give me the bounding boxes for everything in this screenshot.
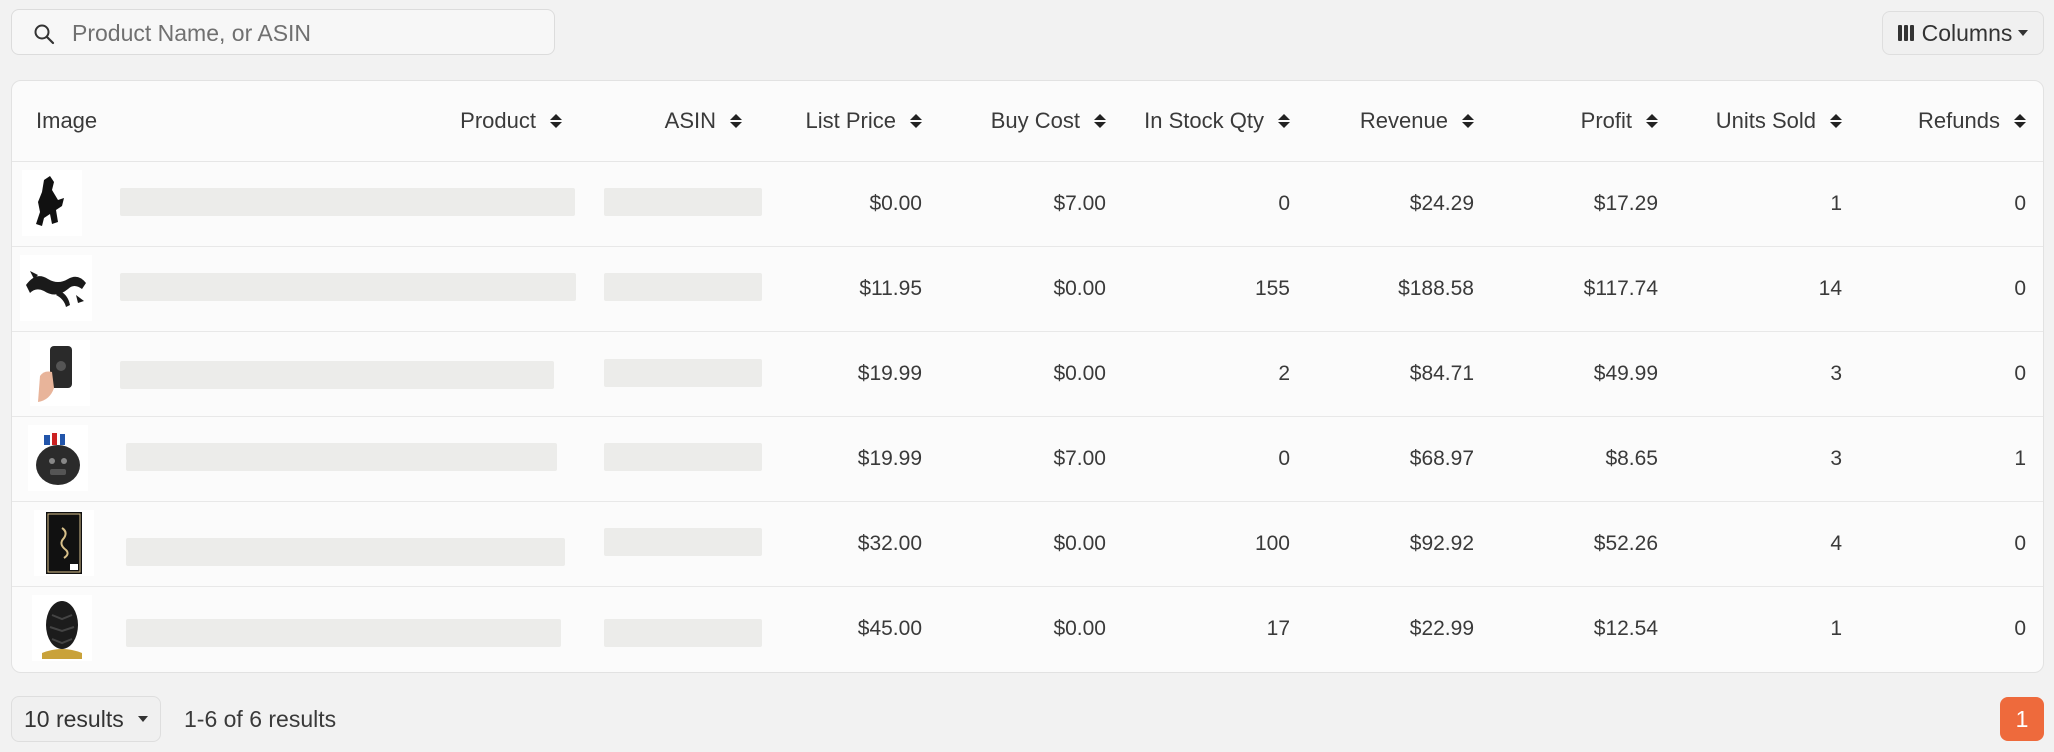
cell-units-sold: 3 xyxy=(1830,446,1842,470)
cell-buy-cost: $0.00 xyxy=(1053,531,1106,555)
asin-redacted xyxy=(604,619,762,647)
cell-revenue: $188.58 xyxy=(1398,276,1474,300)
cell-refunds: 0 xyxy=(2014,616,2026,640)
product-name-redacted xyxy=(120,188,575,216)
product-name-redacted xyxy=(126,538,565,566)
cell-revenue: $68.97 xyxy=(1409,446,1474,470)
cell-refunds: 1 xyxy=(2014,446,2026,470)
cell-profit: $117.74 xyxy=(1583,276,1658,300)
cell-units-sold: 14 xyxy=(1818,276,1842,300)
cell-buy-cost: $7.00 xyxy=(1053,446,1106,470)
cell-revenue: $24.29 xyxy=(1409,191,1474,215)
asin-redacted xyxy=(604,528,762,556)
columns-icon xyxy=(1897,25,1916,41)
sort-icon[interactable] xyxy=(1094,114,1106,128)
asin-redacted xyxy=(604,359,762,387)
table-row[interactable]: $45.00 $0.00 17 $22.99 $12.54 1 0 xyxy=(12,586,2043,671)
cell-units-sold: 4 xyxy=(1830,531,1842,555)
header-buy-cost[interactable]: Buy Cost xyxy=(922,81,1106,161)
cell-buy-cost: $0.00 xyxy=(1053,276,1106,300)
cell-in-stock-qty: 100 xyxy=(1254,531,1290,555)
results-per-page-select[interactable]: 10 results xyxy=(11,696,161,742)
cell-in-stock-qty: 0 xyxy=(1278,446,1290,470)
product-thumbnail[interactable] xyxy=(20,255,92,321)
results-range: 1-6 of 6 results xyxy=(184,706,337,732)
per-page-label: 10 results xyxy=(24,705,124,732)
sort-icon[interactable] xyxy=(550,114,562,128)
product-thumbnail[interactable] xyxy=(28,425,88,491)
cell-list-price: $19.99 xyxy=(857,446,922,470)
cell-profit: $17.29 xyxy=(1593,191,1658,215)
chevron-down-icon xyxy=(2018,30,2029,36)
sort-icon[interactable] xyxy=(1278,114,1290,128)
header-units-sold[interactable]: Units Sold xyxy=(1658,81,1842,161)
cell-list-price: $11.95 xyxy=(859,276,922,300)
sort-icon[interactable] xyxy=(730,114,742,128)
cell-profit: $12.54 xyxy=(1593,616,1658,640)
search-icon xyxy=(34,24,55,45)
asin-redacted xyxy=(604,443,762,471)
cell-units-sold: 1 xyxy=(1830,191,1842,215)
cell-list-price: $0.00 xyxy=(869,191,922,215)
asin-redacted xyxy=(604,273,762,301)
cell-buy-cost: $0.00 xyxy=(1053,361,1106,385)
cell-profit: $49.99 xyxy=(1593,361,1658,385)
asin-redacted xyxy=(604,188,762,216)
header-product[interactable]: Product xyxy=(312,81,562,161)
header-image: Image xyxy=(36,108,98,133)
columns-button[interactable]: Columns xyxy=(1882,11,2044,55)
table-row[interactable]: $19.99 $7.00 0 $68.97 $8.65 3 1 xyxy=(12,416,2043,502)
table-row[interactable]: $11.95 $0.00 155 $188.58 $117.74 14 0 xyxy=(12,246,2043,332)
product-name-redacted xyxy=(126,443,557,471)
table-row[interactable]: $32.00 $0.00 100 $92.92 $52.26 4 0 xyxy=(12,501,2043,587)
cell-list-price: $45.00 xyxy=(857,616,922,640)
product-name-redacted xyxy=(120,361,554,389)
product-thumbnail[interactable] xyxy=(32,595,92,661)
header-refunds[interactable]: Refunds xyxy=(1842,81,2026,161)
cell-in-stock-qty: 17 xyxy=(1266,616,1290,640)
table-row[interactable]: $0.00 $7.00 0 $24.29 $17.29 1 0 xyxy=(12,161,2043,247)
columns-label: Columns xyxy=(1921,19,2013,46)
product-name-redacted xyxy=(126,619,561,647)
sort-icon[interactable] xyxy=(1462,114,1474,128)
sort-icon[interactable] xyxy=(1830,114,1842,128)
cell-in-stock-qty: 2 xyxy=(1278,361,1290,385)
cell-buy-cost: $0.00 xyxy=(1053,616,1106,640)
cell-in-stock-qty: 155 xyxy=(1254,276,1290,300)
header-profit[interactable]: Profit xyxy=(1474,81,1658,161)
cell-units-sold: 3 xyxy=(1830,361,1842,385)
search-box[interactable] xyxy=(11,9,555,56)
table-header: Image Product ASIN List Price Buy Cost I… xyxy=(12,81,2043,162)
product-thumbnail[interactable] xyxy=(34,510,94,576)
cell-refunds: 0 xyxy=(2014,531,2026,555)
cell-buy-cost: $7.00 xyxy=(1053,191,1106,215)
chevron-down-icon xyxy=(137,716,148,722)
cell-revenue: $92.92 xyxy=(1409,531,1474,555)
cell-list-price: $19.99 xyxy=(857,361,922,385)
header-list-price[interactable]: List Price xyxy=(742,81,922,161)
cell-list-price: $32.00 xyxy=(857,531,922,555)
cell-units-sold: 1 xyxy=(1830,616,1842,640)
search-input[interactable] xyxy=(70,10,544,56)
cell-refunds: 0 xyxy=(2014,276,2026,300)
cell-refunds: 0 xyxy=(2014,191,2026,215)
product-thumbnail[interactable] xyxy=(22,170,82,236)
sort-icon[interactable] xyxy=(1646,114,1658,128)
page-button-current[interactable]: 1 xyxy=(2000,697,2044,741)
cell-revenue: $22.99 xyxy=(1409,616,1474,640)
cell-profit: $52.26 xyxy=(1593,531,1658,555)
table-row[interactable]: $19.99 $0.00 2 $84.71 $49.99 3 0 xyxy=(12,331,2043,417)
products-table: Image Product ASIN List Price Buy Cost I… xyxy=(11,80,2044,673)
header-in-stock-qty[interactable]: In Stock Qty xyxy=(1106,81,1290,161)
product-name-redacted xyxy=(120,273,576,301)
sort-icon[interactable] xyxy=(910,114,922,128)
cell-revenue: $84.71 xyxy=(1409,361,1474,385)
product-thumbnail[interactable] xyxy=(30,340,90,406)
cell-refunds: 0 xyxy=(2014,361,2026,385)
cell-in-stock-qty: 0 xyxy=(1278,191,1290,215)
header-revenue[interactable]: Revenue xyxy=(1290,81,1474,161)
sort-icon[interactable] xyxy=(2014,114,2026,128)
cell-profit: $8.65 xyxy=(1605,446,1658,470)
header-asin[interactable]: ASIN xyxy=(572,81,742,161)
